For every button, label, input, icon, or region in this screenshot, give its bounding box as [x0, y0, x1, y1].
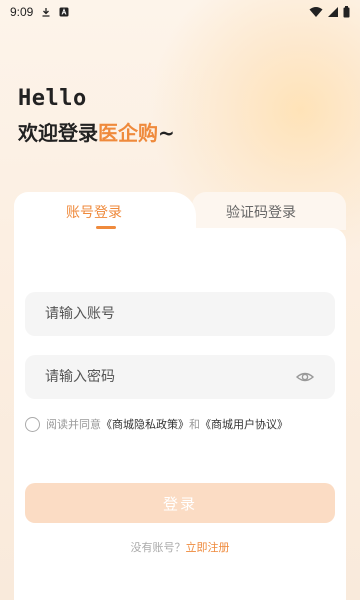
agreement-checkbox[interactable] — [25, 416, 40, 432]
welcome-title: 欢迎登录医企购~ — [18, 117, 175, 146]
login-button[interactable]: 登录 — [25, 483, 335, 523]
greeting: Hello 欢迎登录医企购~ — [18, 86, 175, 146]
privacy-policy-link[interactable]: 《商城隐私政策》 — [101, 416, 189, 432]
login-tabs: 验证码登录 账号登录 — [14, 192, 346, 232]
battery-icon — [343, 6, 350, 18]
account-input[interactable] — [45, 306, 315, 322]
status-bar: 9:09 — [0, 0, 360, 24]
register-link[interactable]: 立即注册 — [186, 541, 230, 554]
register-prompt: 没有账号？ — [130, 541, 186, 554]
tab-sms-login-label: 验证码登录 — [226, 205, 296, 221]
password-input[interactable] — [45, 369, 295, 385]
eye-icon[interactable] — [295, 367, 315, 387]
brand-name: 医企购 — [98, 121, 158, 145]
tab-account-login-label: 账号登录 — [66, 205, 122, 221]
welcome-suffix: ~ — [158, 121, 175, 145]
hello-text: Hello — [18, 86, 87, 111]
password-field[interactable] — [25, 355, 335, 399]
welcome-prefix: 欢迎登录 — [18, 121, 98, 145]
download-icon — [42, 8, 50, 17]
agreement-conjunction: 和 — [189, 418, 200, 431]
tab-sms-login[interactable]: 验证码登录 — [192, 192, 346, 230]
login-card: 验证码登录 账号登录 阅读并同意 《商城隐私政策》 和 《商城用户协议》 登录 … — [14, 192, 346, 600]
account-field[interactable] — [25, 292, 335, 336]
active-tab-indicator — [96, 226, 116, 229]
agreement-row: 阅读并同意 《商城隐私政策》 和 《商城用户协议》 — [25, 416, 288, 432]
wifi-icon — [309, 7, 323, 17]
user-agreement-link[interactable]: 《商城用户协议》 — [200, 416, 288, 432]
signal-icon — [328, 7, 338, 17]
agreement-prefix: 阅读并同意 — [46, 418, 101, 431]
a-letter-icon — [59, 7, 69, 17]
register-row: 没有账号？立即注册 — [14, 539, 346, 555]
status-time: 9:09 — [10, 5, 34, 19]
login-form: 阅读并同意 《商城隐私政策》 和 《商城用户协议》 登录 没有账号？立即注册 — [14, 228, 346, 600]
